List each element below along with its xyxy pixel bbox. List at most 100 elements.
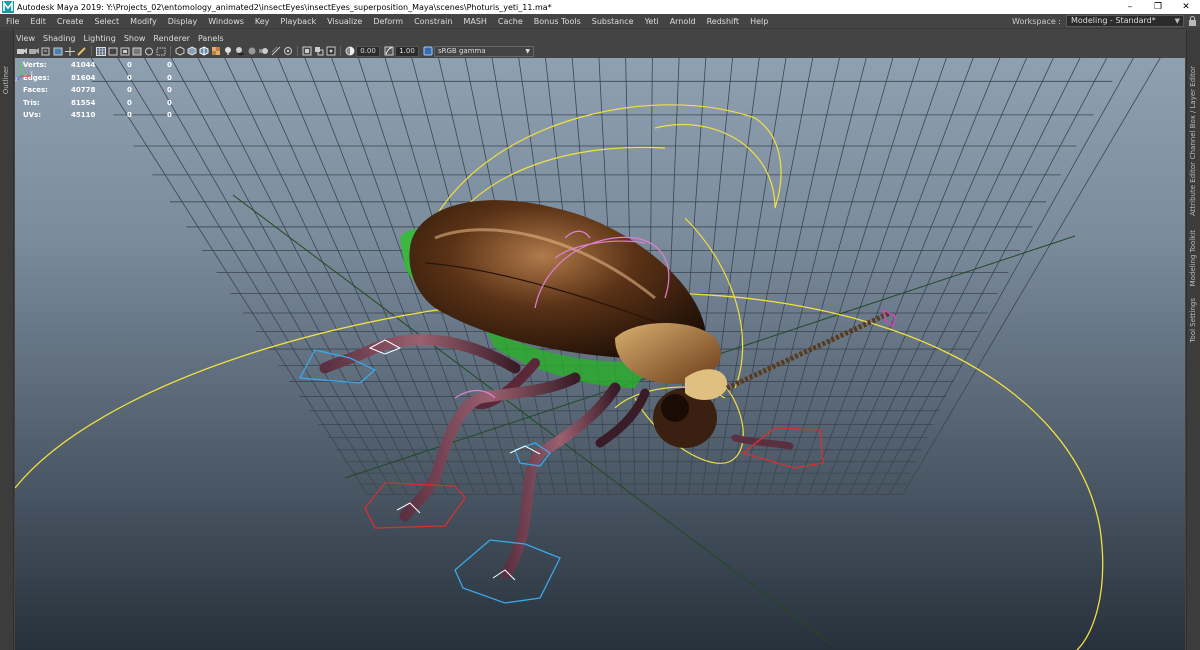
minimize-button[interactable]: – (1116, 0, 1144, 14)
grease-pencil-icon[interactable] (76, 46, 87, 57)
panel-menu-shading[interactable]: Shading (43, 34, 76, 43)
tool-settings-tab[interactable]: Tool Settings (1189, 298, 1197, 343)
menu-cache[interactable]: Cache (492, 17, 528, 26)
grid-line (714, 58, 787, 495)
xray-icon[interactable] (313, 46, 324, 57)
menu-substance[interactable]: Substance (586, 17, 639, 26)
grid-line (144, 58, 395, 495)
grid-line (90, 58, 368, 495)
attribute-editor-tab[interactable]: Attribute Editor (1189, 162, 1197, 216)
axis-label-x: x (30, 70, 33, 76)
grid-line (277, 58, 462, 495)
wireframe-on-shaded-icon[interactable] (198, 46, 209, 57)
menu-file[interactable]: File (0, 17, 24, 26)
smooth-shade-icon[interactable] (186, 46, 197, 57)
panel-menu-view[interactable]: View (16, 34, 35, 43)
2d-pan-zoom-icon[interactable] (64, 46, 75, 57)
hud-row-verts: Verts: 41044 0 0 (23, 59, 187, 72)
panel-menu-renderer[interactable]: Renderer (153, 34, 190, 43)
xray-joints-icon[interactable] (325, 46, 336, 57)
modeling-toolkit-tab[interactable]: Modeling Toolkit (1189, 230, 1197, 286)
maya-window: Autodesk Maya 2019: Y:\Projects_02\entom… (0, 0, 1200, 650)
grid-icon[interactable] (95, 46, 106, 57)
shadows-icon[interactable] (234, 46, 245, 57)
isolate-select-icon[interactable] (301, 46, 312, 57)
safe-action-icon[interactable] (155, 46, 166, 57)
textured-icon[interactable] (210, 46, 221, 57)
menu-playback[interactable]: Playback (274, 17, 321, 26)
gamma-field[interactable]: 1.00 (395, 45, 419, 57)
gamma-icon[interactable] (383, 46, 394, 57)
ambient-occlusion-icon[interactable] (246, 46, 257, 57)
menu-select[interactable]: Select (88, 17, 124, 26)
hud-label: Tris: (23, 98, 40, 107)
outliner-tab[interactable]: Outliner (2, 66, 10, 94)
panel-menu-lighting[interactable]: Lighting (83, 34, 115, 43)
gate-mask-icon[interactable] (131, 46, 142, 57)
menu-visualize[interactable]: Visualize (321, 17, 367, 26)
menu-display[interactable]: Display (162, 17, 203, 26)
select-camera-icon[interactable] (16, 46, 27, 57)
maximize-button[interactable]: ❐ (1144, 0, 1172, 14)
menu-windows[interactable]: Windows (202, 17, 249, 26)
menu-key[interactable]: Key (249, 17, 275, 26)
poly-count-hud: Verts: 41044 0 0 Edges: 81604 0 0 Faces:… (23, 59, 187, 122)
depth-of-field-icon[interactable] (282, 46, 293, 57)
menu-arnold[interactable]: Arnold (664, 17, 701, 26)
right-side-tabs: Channel Box / Layer Editor Attribute Edi… (1186, 30, 1200, 650)
menu-deform[interactable]: Deform (367, 17, 408, 26)
resolution-gate-icon[interactable] (119, 46, 130, 57)
camera-attributes-icon[interactable] (28, 46, 39, 57)
film-gate-icon[interactable] (107, 46, 118, 57)
hud-value-selected-faces: 0 (167, 86, 172, 95)
panel-menu-panels[interactable]: Panels (198, 34, 224, 43)
perspective-viewport[interactable]: Verts: 41044 0 0 Edges: 81604 0 0 Faces:… (15, 58, 1185, 650)
panel-menu-show[interactable]: Show (124, 34, 146, 43)
menu-modify[interactable]: Modify (124, 17, 162, 26)
hud-label: UVs: (23, 111, 42, 120)
lights-icon[interactable] (222, 46, 233, 57)
color-management-icon[interactable] (422, 46, 433, 57)
menu-constrain[interactable]: Constrain (408, 17, 457, 26)
wireframe-icon[interactable] (174, 46, 185, 57)
hud-value: 40778 (71, 86, 96, 95)
hud-value: 81554 (71, 98, 96, 107)
chevron-down-icon: ▼ (525, 47, 530, 55)
motion-blur-icon[interactable] (258, 46, 269, 57)
toolbar-separator (91, 46, 92, 56)
grid-line (701, 58, 760, 495)
grid-line (808, 58, 974, 495)
field-chart-icon[interactable] (143, 46, 154, 57)
toolbar-separator (170, 46, 171, 56)
lock-icon[interactable] (1188, 16, 1197, 26)
workspace-label: Workspace : (1012, 16, 1061, 26)
menu-yeti[interactable]: Yeti (639, 17, 664, 26)
title-bar: Autodesk Maya 2019: Y:\Projects_02\entom… (0, 0, 1200, 14)
menu-mash[interactable]: MASH (457, 17, 491, 26)
toolbar-separator (340, 46, 341, 56)
grid-line (781, 58, 921, 495)
exposure-field[interactable]: 0.00 (356, 45, 380, 57)
hud-value-selected: 0 (127, 111, 132, 120)
multisample-aa-icon[interactable] (270, 46, 281, 57)
scene-drawing (15, 58, 1161, 650)
menu-edit[interactable]: Edit (24, 17, 51, 26)
image-plane-icon[interactable] (52, 46, 63, 57)
view-axis-gizmo: y x z (15, 60, 33, 82)
menu-redshift[interactable]: Redshift (701, 17, 744, 26)
grid-line (821, 58, 1001, 495)
hud-value-selected-faces: 0 (167, 98, 172, 107)
hud-value-selected: 0 (127, 73, 132, 82)
color-space-dropdown[interactable]: sRGB gamma ▼ (434, 45, 534, 57)
close-button[interactable]: ✕ (1172, 0, 1200, 14)
channel-box-tab[interactable]: Channel Box / Layer Editor (1189, 66, 1197, 159)
menu-bonus-tools[interactable]: Bonus Tools (528, 17, 586, 26)
menu-create[interactable]: Create (51, 17, 89, 26)
chevron-down-icon: ▼ (1174, 17, 1180, 25)
color-space-value: sRGB gamma (438, 46, 486, 55)
menu-help[interactable]: Help (744, 17, 773, 26)
grid-line (848, 58, 1054, 495)
bookmarks-icon[interactable] (40, 46, 51, 57)
exposure-icon[interactable] (344, 46, 355, 57)
workspace-dropdown[interactable]: Modeling - Standard* ▼ (1066, 15, 1184, 27)
